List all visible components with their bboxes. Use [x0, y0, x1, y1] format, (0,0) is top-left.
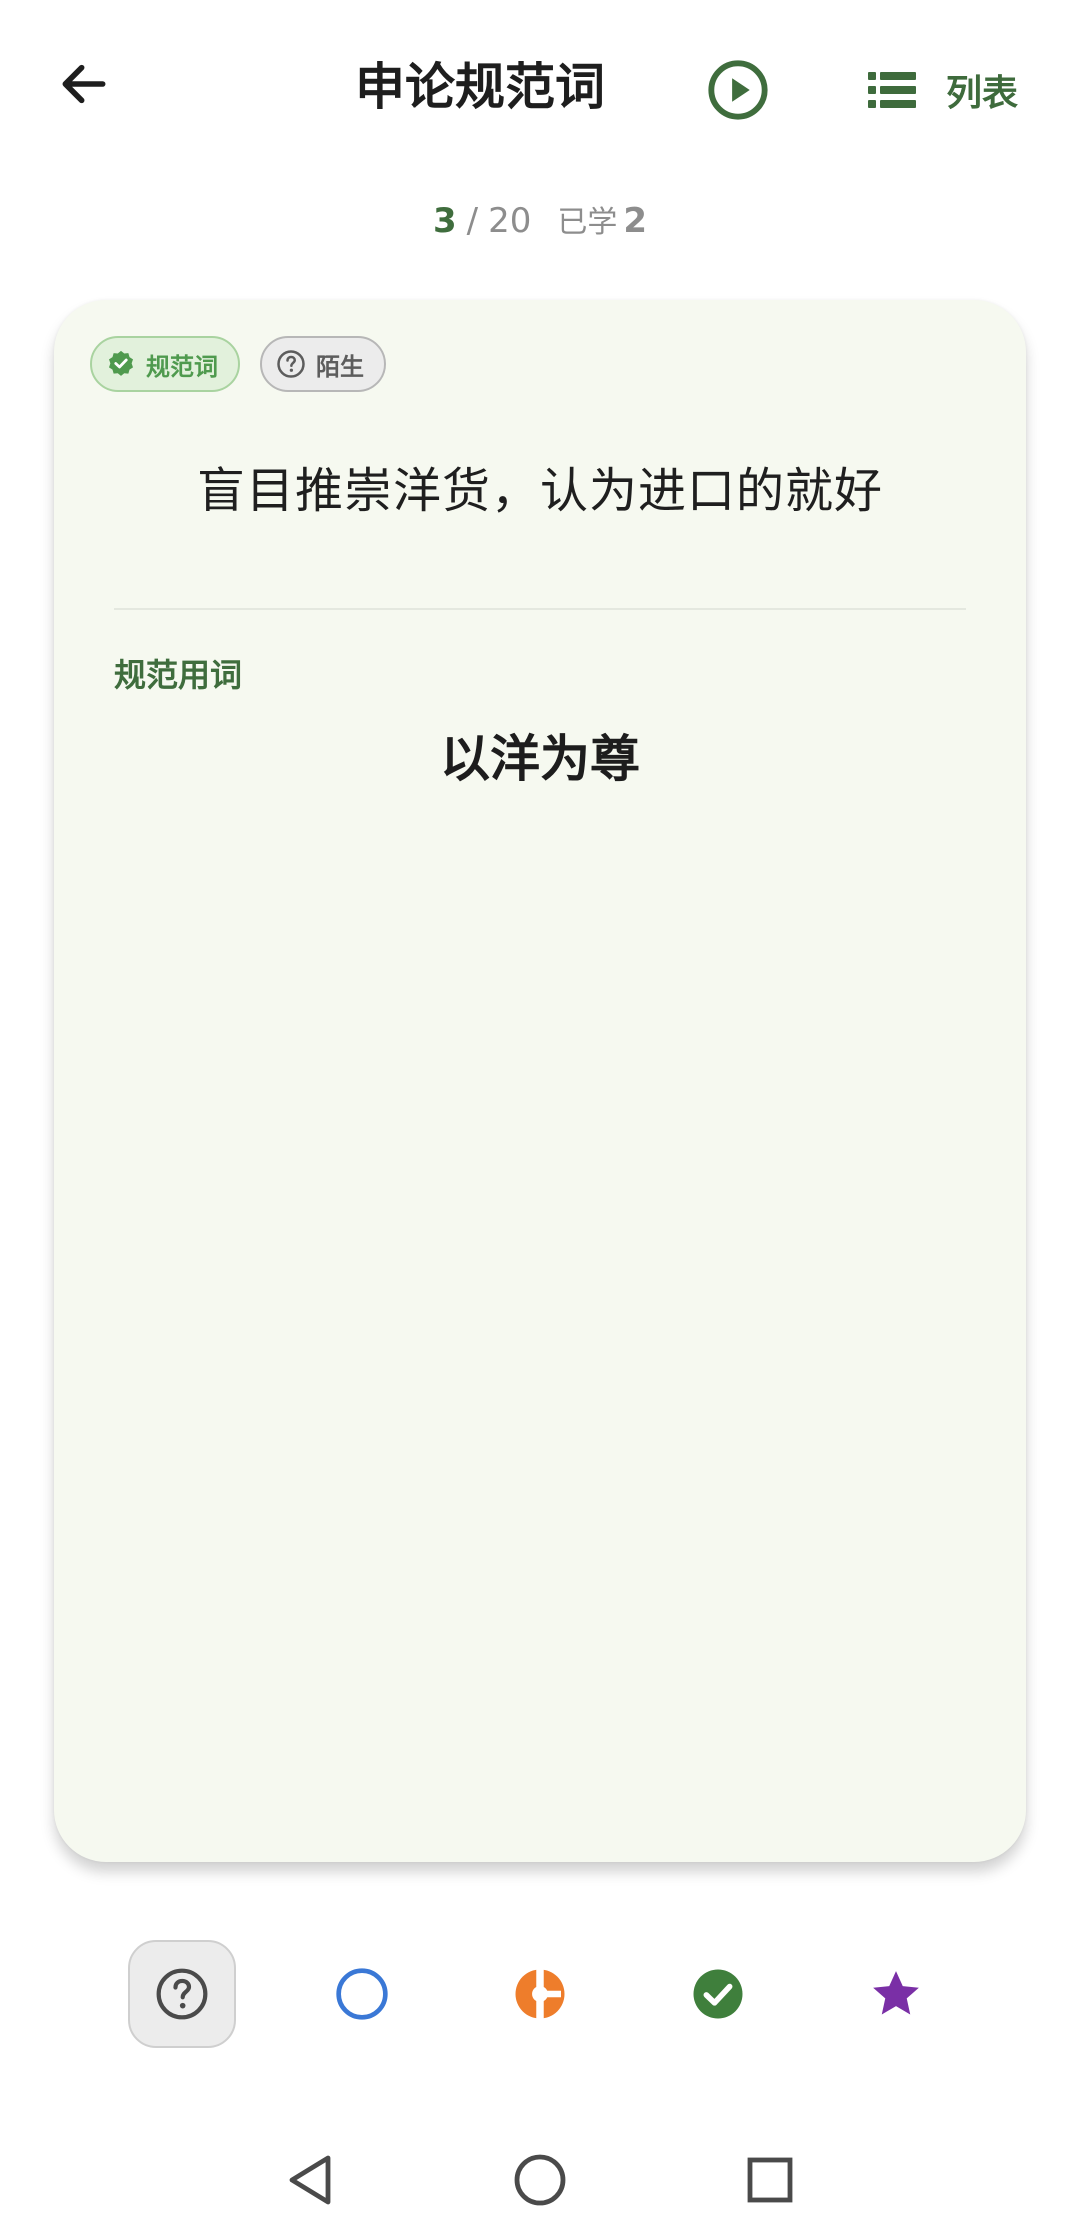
- half-circle-icon: [515, 1968, 565, 2020]
- circle-outline-icon: [336, 1968, 388, 2020]
- progress-indicator: 3/20 已学 2: [0, 196, 1080, 248]
- circle-home-icon: [514, 2154, 566, 2206]
- learned-count: 2: [623, 201, 648, 241]
- status-new-button[interactable]: [308, 1940, 416, 2048]
- back-button[interactable]: [44, 44, 124, 124]
- question-circle-icon: [156, 1968, 208, 2020]
- check-circle-icon: [693, 1969, 743, 2019]
- list-icon: [868, 72, 916, 108]
- flash-card[interactable]: 规范词 陌生 盲目推崇洋货，认为进口的就好 规范用词 以洋为尊: [54, 300, 1026, 1862]
- progress-separator: /: [466, 201, 479, 241]
- arrow-left-icon: [62, 64, 106, 104]
- progress-current: 3: [432, 201, 457, 241]
- list-view-label: 列表: [946, 73, 1019, 114]
- card-tags: 规范词 陌生: [90, 336, 386, 392]
- tag-standard-label: 规范词: [146, 352, 218, 381]
- question-circle-icon: [277, 350, 305, 378]
- system-navigation-bar: [0, 2120, 1080, 2236]
- status-unknown-button[interactable]: [128, 1940, 236, 2048]
- system-home-button[interactable]: [500, 2140, 580, 2220]
- tag-unfamiliar: 陌生: [260, 336, 386, 392]
- top-app-bar: 申论规范词 列表: [0, 0, 1080, 176]
- status-button-bar: [0, 1940, 1080, 2050]
- status-favorite-button[interactable]: [842, 1940, 950, 2048]
- tag-unfamiliar-label: 陌生: [316, 352, 364, 381]
- card-word: 盲目推崇洋货，认为进口的就好: [196, 463, 883, 519]
- learned-label: 已学: [557, 205, 618, 240]
- progress-total: 20: [488, 201, 532, 241]
- triangle-back-icon: [289, 2155, 331, 2205]
- play-circle-icon: [708, 60, 768, 120]
- star-icon: [873, 1971, 919, 2015]
- verified-badge-icon: [109, 350, 133, 376]
- card-divider: [114, 608, 966, 610]
- standard-term-answer: 以洋为尊: [440, 730, 640, 788]
- tag-standard-word: 规范词: [90, 336, 240, 392]
- standard-term-label: 规范用词: [114, 656, 243, 694]
- page-title: 申论规范词: [355, 58, 605, 116]
- status-mastered-button[interactable]: [664, 1940, 772, 2048]
- square-recents-icon: [747, 2157, 793, 2203]
- list-view-button[interactable]: 列表: [868, 54, 1018, 126]
- status-learning-button[interactable]: [486, 1940, 594, 2048]
- system-back-button[interactable]: [270, 2140, 350, 2220]
- system-recents-button[interactable]: [730, 2140, 810, 2220]
- play-button[interactable]: [702, 54, 774, 126]
